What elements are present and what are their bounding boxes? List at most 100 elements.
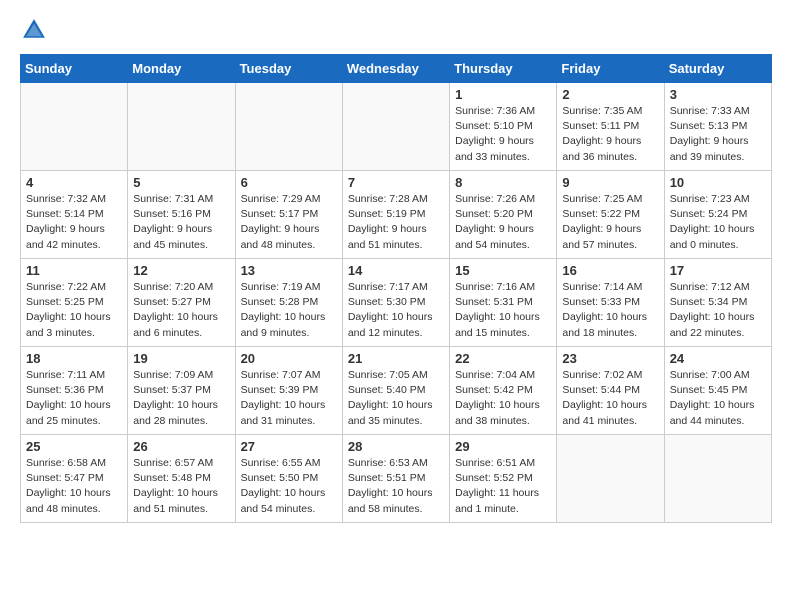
day-detail: Sunrise: 7:36 AM Sunset: 5:10 PM Dayligh… xyxy=(455,104,551,165)
calendar-cell: 23Sunrise: 7:02 AM Sunset: 5:44 PM Dayli… xyxy=(557,347,664,435)
calendar-cell: 29Sunrise: 6:51 AM Sunset: 5:52 PM Dayli… xyxy=(450,435,557,523)
day-number: 14 xyxy=(348,263,444,278)
day-number: 28 xyxy=(348,439,444,454)
day-detail: Sunrise: 7:09 AM Sunset: 5:37 PM Dayligh… xyxy=(133,368,229,429)
day-number: 22 xyxy=(455,351,551,366)
day-detail: Sunrise: 7:19 AM Sunset: 5:28 PM Dayligh… xyxy=(241,280,337,341)
calendar-cell xyxy=(21,83,128,171)
calendar-cell xyxy=(342,83,449,171)
calendar-cell: 9 Sunrise: 7:25 AM Sunset: 5:22 PM Daylig… xyxy=(557,171,664,259)
day-detail: Sunrise: 7:04 AM Sunset: 5:42 PM Dayligh… xyxy=(455,368,551,429)
day-number: 6 xyxy=(241,175,337,190)
calendar-cell: 11 Sunrise: 7:22 AM Sunset: 5:25 PM Dayli… xyxy=(21,259,128,347)
day-detail: Sunrise: 7:12 AM Sunset: 5:34 PM Dayligh… xyxy=(670,280,766,341)
day-number: 10 xyxy=(670,175,766,190)
day-header-wednesday: Wednesday xyxy=(342,55,449,83)
calendar-cell: 19 Sunrise: 7:09 AM Sunset: 5:37 PM Dayli… xyxy=(128,347,235,435)
day-number: 27 xyxy=(241,439,337,454)
day-number: 2 xyxy=(562,87,658,102)
day-number: 12 xyxy=(133,263,229,278)
calendar-cell: 14 Sunrise: 7:17 AM Sunset: 5:30 PM Dayli… xyxy=(342,259,449,347)
day-number: 17 xyxy=(670,263,766,278)
calendar-header-row: SundayMondayTuesdayWednesdayThursdayFrid… xyxy=(21,55,772,83)
day-detail: Sunrise: 7:16 AM Sunset: 5:31 PM Dayligh… xyxy=(455,280,551,341)
day-number: 8 xyxy=(455,175,551,190)
logo xyxy=(20,16,52,44)
calendar-cell: 5 Sunrise: 7:31 AM Sunset: 5:16 PM Daylig… xyxy=(128,171,235,259)
calendar-cell: 27 Sunrise: 6:55 AM Sunset: 5:50 PM Dayli… xyxy=(235,435,342,523)
day-number: 13 xyxy=(241,263,337,278)
day-detail: Sunrise: 7:29 AM Sunset: 5:17 PM Dayligh… xyxy=(241,192,337,253)
day-number: 26 xyxy=(133,439,229,454)
day-header-friday: Friday xyxy=(557,55,664,83)
day-number: 11 xyxy=(26,263,122,278)
calendar-cell: 10 Sunrise: 7:23 AM Sunset: 5:24 PM Dayli… xyxy=(664,171,771,259)
day-header-saturday: Saturday xyxy=(664,55,771,83)
day-detail: Sunrise: 6:51 AM Sunset: 5:52 PM Dayligh… xyxy=(455,456,551,517)
calendar-cell: 3 Sunrise: 7:33 AM Sunset: 5:13 PM Daylig… xyxy=(664,83,771,171)
day-detail: Sunrise: 6:57 AM Sunset: 5:48 PM Dayligh… xyxy=(133,456,229,517)
calendar-week-3: 11 Sunrise: 7:22 AM Sunset: 5:25 PM Dayli… xyxy=(21,259,772,347)
day-detail: Sunrise: 7:05 AM Sunset: 5:40 PM Dayligh… xyxy=(348,368,444,429)
day-detail: Sunrise: 7:20 AM Sunset: 5:27 PM Dayligh… xyxy=(133,280,229,341)
day-detail: Sunrise: 7:00 AM Sunset: 5:45 PM Dayligh… xyxy=(670,368,766,429)
day-header-tuesday: Tuesday xyxy=(235,55,342,83)
day-number: 23 xyxy=(562,351,658,366)
day-detail: Sunrise: 7:35 AM Sunset: 5:11 PM Dayligh… xyxy=(562,104,658,165)
calendar-week-4: 18 Sunrise: 7:11 AM Sunset: 5:36 PM Dayli… xyxy=(21,347,772,435)
day-header-thursday: Thursday xyxy=(450,55,557,83)
day-detail: Sunrise: 7:07 AM Sunset: 5:39 PM Dayligh… xyxy=(241,368,337,429)
day-detail: Sunrise: 7:25 AM Sunset: 5:22 PM Dayligh… xyxy=(562,192,658,253)
page-header xyxy=(20,16,772,44)
calendar-cell: 28 Sunrise: 6:53 AM Sunset: 5:51 PM Dayli… xyxy=(342,435,449,523)
calendar-cell xyxy=(128,83,235,171)
calendar-cell: 2 Sunrise: 7:35 AM Sunset: 5:11 PM Daylig… xyxy=(557,83,664,171)
day-detail: Sunrise: 7:31 AM Sunset: 5:16 PM Dayligh… xyxy=(133,192,229,253)
calendar-cell: 21 Sunrise: 7:05 AM Sunset: 5:40 PM Dayli… xyxy=(342,347,449,435)
calendar-cell: 8 Sunrise: 7:26 AM Sunset: 5:20 PM Daylig… xyxy=(450,171,557,259)
day-detail: Sunrise: 7:14 AM Sunset: 5:33 PM Dayligh… xyxy=(562,280,658,341)
day-detail: Sunrise: 7:26 AM Sunset: 5:20 PM Dayligh… xyxy=(455,192,551,253)
day-number: 5 xyxy=(133,175,229,190)
day-number: 18 xyxy=(26,351,122,366)
day-detail: Sunrise: 7:22 AM Sunset: 5:25 PM Dayligh… xyxy=(26,280,122,341)
calendar-cell: 25Sunrise: 6:58 AM Sunset: 5:47 PM Dayli… xyxy=(21,435,128,523)
calendar-cell: 1Sunrise: 7:36 AM Sunset: 5:10 PM Daylig… xyxy=(450,83,557,171)
calendar-cell: 17 Sunrise: 7:12 AM Sunset: 5:34 PM Dayli… xyxy=(664,259,771,347)
calendar-cell: 12 Sunrise: 7:20 AM Sunset: 5:27 PM Dayli… xyxy=(128,259,235,347)
calendar-cell: 13 Sunrise: 7:19 AM Sunset: 5:28 PM Dayli… xyxy=(235,259,342,347)
calendar-cell: 24 Sunrise: 7:00 AM Sunset: 5:45 PM Dayli… xyxy=(664,347,771,435)
calendar-cell xyxy=(557,435,664,523)
day-number: 15 xyxy=(455,263,551,278)
day-header-sunday: Sunday xyxy=(21,55,128,83)
calendar-cell xyxy=(235,83,342,171)
calendar-cell: 6 Sunrise: 7:29 AM Sunset: 5:17 PM Daylig… xyxy=(235,171,342,259)
day-number: 4 xyxy=(26,175,122,190)
day-number: 9 xyxy=(562,175,658,190)
logo-icon xyxy=(20,16,48,44)
day-number: 3 xyxy=(670,87,766,102)
calendar-week-5: 25Sunrise: 6:58 AM Sunset: 5:47 PM Dayli… xyxy=(21,435,772,523)
day-number: 7 xyxy=(348,175,444,190)
day-detail: Sunrise: 7:23 AM Sunset: 5:24 PM Dayligh… xyxy=(670,192,766,253)
calendar-cell xyxy=(664,435,771,523)
day-number: 21 xyxy=(348,351,444,366)
calendar-cell: 4 Sunrise: 7:32 AM Sunset: 5:14 PM Daylig… xyxy=(21,171,128,259)
day-detail: Sunrise: 6:58 AM Sunset: 5:47 PM Dayligh… xyxy=(26,456,122,517)
day-number: 24 xyxy=(670,351,766,366)
day-detail: Sunrise: 6:55 AM Sunset: 5:50 PM Dayligh… xyxy=(241,456,337,517)
calendar-cell: 18 Sunrise: 7:11 AM Sunset: 5:36 PM Dayli… xyxy=(21,347,128,435)
calendar-cell: 20Sunrise: 7:07 AM Sunset: 5:39 PM Dayli… xyxy=(235,347,342,435)
calendar-cell: 15 Sunrise: 7:16 AM Sunset: 5:31 PM Dayli… xyxy=(450,259,557,347)
day-detail: Sunrise: 7:32 AM Sunset: 5:14 PM Dayligh… xyxy=(26,192,122,253)
day-detail: Sunrise: 7:11 AM Sunset: 5:36 PM Dayligh… xyxy=(26,368,122,429)
calendar-cell: 26 Sunrise: 6:57 AM Sunset: 5:48 PM Dayli… xyxy=(128,435,235,523)
calendar-cell: 7Sunrise: 7:28 AM Sunset: 5:19 PM Daylig… xyxy=(342,171,449,259)
day-detail: Sunrise: 7:17 AM Sunset: 5:30 PM Dayligh… xyxy=(348,280,444,341)
day-detail: Sunrise: 6:53 AM Sunset: 5:51 PM Dayligh… xyxy=(348,456,444,517)
day-number: 19 xyxy=(133,351,229,366)
day-header-monday: Monday xyxy=(128,55,235,83)
calendar-cell: 22 Sunrise: 7:04 AM Sunset: 5:42 PM Dayli… xyxy=(450,347,557,435)
day-detail: Sunrise: 7:33 AM Sunset: 5:13 PM Dayligh… xyxy=(670,104,766,165)
calendar-table: SundayMondayTuesdayWednesdayThursdayFrid… xyxy=(20,54,772,523)
